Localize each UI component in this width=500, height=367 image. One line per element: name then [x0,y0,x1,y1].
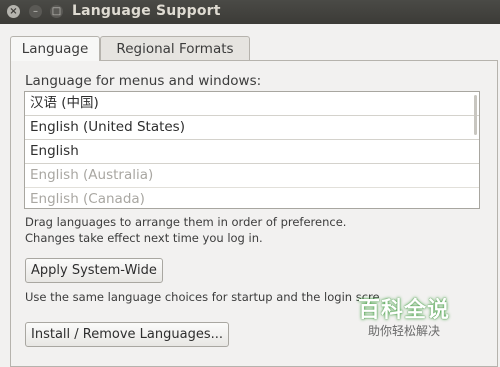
watermark-title: 百科全说 [357,298,450,323]
close-icon[interactable]: × [7,5,20,18]
list-item[interactable]: English (Canada) [25,188,479,208]
list-item[interactable]: English (Australia) [25,164,479,188]
list-item[interactable]: English (United States) [25,116,479,140]
watermark: 百科全说 助你轻松解决 [350,292,458,339]
startup-hint: Use the same language choices for startu… [25,290,380,304]
language-list[interactable]: 汉语 (中国) English (United States) English … [24,91,480,209]
drag-hint: Drag languages to arrange them in order … [25,215,347,229]
list-scrollbar[interactable] [474,95,477,135]
apply-system-wide-button[interactable]: Apply System-Wide [25,258,163,283]
window-title: Language Support [72,3,221,19]
maximize-icon[interactable]: □ [50,5,63,18]
tab-regional-formats[interactable]: Regional Formats [100,36,250,60]
install-remove-languages-button[interactable]: Install / Remove Languages... [25,322,229,347]
list-item[interactable]: 汉语 (中国) [25,92,479,116]
effect-hint: Changes take effect next time you log in… [25,231,263,245]
language-list-label: Language for menus and windows: [25,73,262,89]
list-item[interactable]: English [25,140,479,164]
watermark-subtitle: 助你轻松解决 [367,324,440,338]
tab-language[interactable]: Language [10,36,100,61]
minimize-icon[interactable]: – [29,5,42,18]
title-bar: × – □ Language Support [0,0,500,24]
